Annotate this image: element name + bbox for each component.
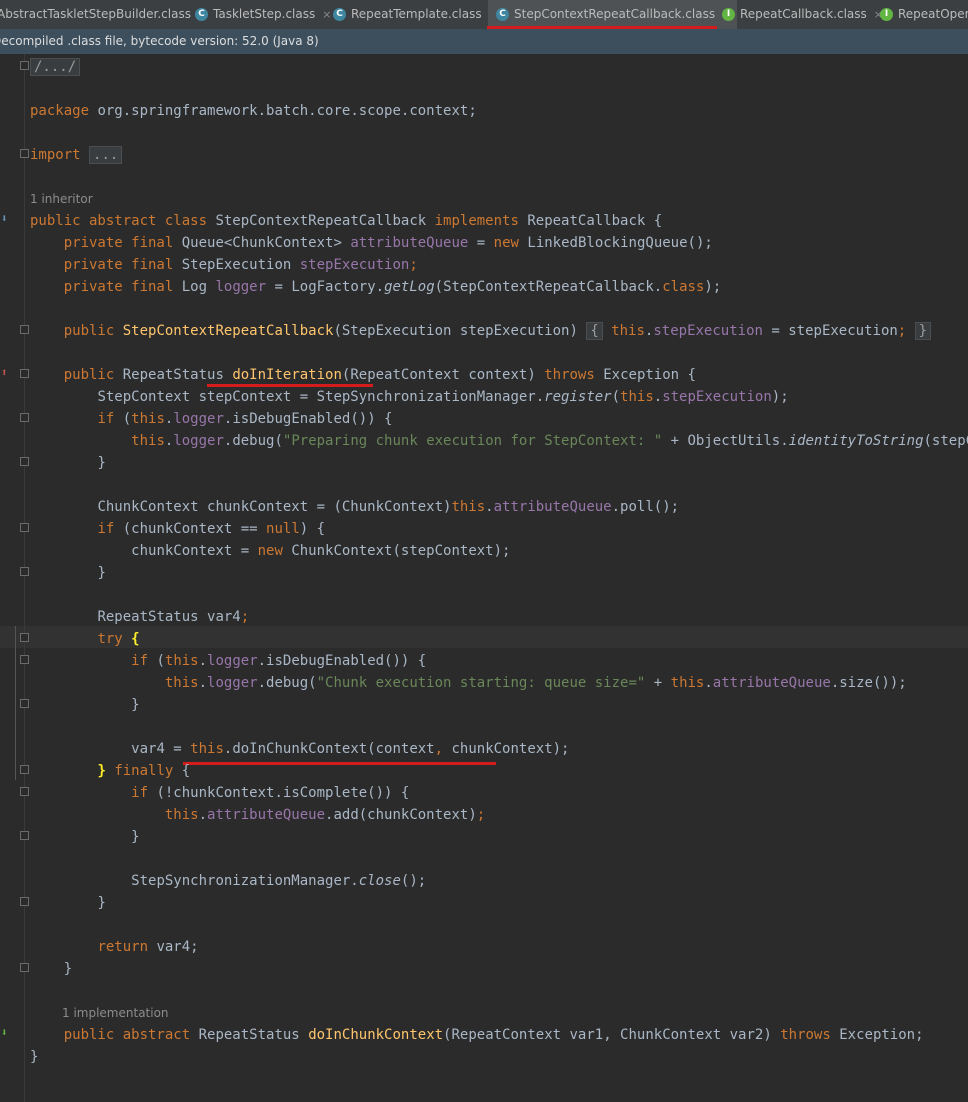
- fold-toggle-icon[interactable]: [20, 457, 29, 466]
- implements-up-arrow-icon[interactable]: ⬆: [1, 366, 8, 379]
- editor-tab-bar: AbstractTaskletStepBuilder.class× CTaskl…: [0, 0, 968, 30]
- code-line: this.logger.debug("Preparing chunk execu…: [131, 433, 968, 449]
- fold-toggle-icon[interactable]: [20, 369, 29, 378]
- fold-toggle-icon[interactable]: [20, 699, 29, 708]
- code-editor[interactable]: ⬇ ⬆ ⬇ /.../ package org.springframework.…: [0, 54, 968, 1102]
- code-line: if (!chunkContext.isComplete()) {: [131, 785, 410, 801]
- code-line: this.attributeQueue.add(chunkContext);: [164, 807, 486, 823]
- code-line: private final StepExecution stepExecutio…: [63, 257, 418, 273]
- decompiled-info-banner: Decompiled .class file, bytecode version…: [0, 29, 968, 54]
- tab-label: AbstractTaskletStepBuilder.class: [0, 7, 191, 21]
- code-line: this.logger.debug("Chunk execution start…: [164, 675, 907, 691]
- code-line: public abstract RepeatStatus doInChunkCo…: [63, 1027, 924, 1043]
- close-icon[interactable]: ×: [322, 8, 331, 21]
- class-icon: C: [496, 8, 509, 21]
- implemented-down-arrow-icon[interactable]: ⬇: [1, 212, 8, 225]
- code-line: try {: [97, 631, 140, 647]
- code-line: public StepContextRepeatCallback(StepExe…: [30, 320, 932, 342]
- code-line: if (chunkContext == null) {: [97, 521, 326, 537]
- implemented-down-arrow-icon[interactable]: ⬇: [1, 1026, 8, 1039]
- fold-toggle-icon[interactable]: [20, 61, 29, 70]
- code-line: StepSynchronizationManager.close();: [131, 873, 427, 889]
- code-line: private final Queue<ChunkContext> attrib…: [63, 235, 713, 251]
- fold-toggle-icon[interactable]: [20, 787, 29, 796]
- fold-toggle-icon[interactable]: [20, 655, 29, 664]
- tab-label: RepeatCallback.class: [740, 7, 867, 21]
- code-line: public RepeatStatus doInIteration(Repeat…: [63, 367, 696, 383]
- code-line: if (this.logger.isDebugEnabled()) {: [131, 653, 427, 669]
- tab-label: StepContextRepeatCallback.class: [514, 7, 716, 21]
- fold-toggle-icon[interactable]: [20, 633, 29, 642]
- caret-line-highlight: [0, 626, 968, 648]
- tab-step-context-repeat-callback[interactable]: CStepContextRepeatCallback.class×: [488, 0, 738, 29]
- implementation-hint[interactable]: 1 implementation: [62, 1002, 169, 1024]
- code-line: }: [97, 895, 106, 911]
- tab-abstract-tasklet-step-builder[interactable]: AbstractTaskletStepBuilder.class×: [0, 0, 207, 29]
- inheritor-hint[interactable]: 1 inheritor: [30, 188, 93, 210]
- red-annotation-underline: [183, 762, 496, 765]
- code-line: ChunkContext chunkContext = (ChunkContex…: [97, 499, 680, 515]
- code-line: }: [97, 455, 106, 471]
- tab-tasklet-step[interactable]: C TaskletStep.class ×: [195, 0, 331, 29]
- fold-toggle-icon[interactable]: [20, 413, 29, 422]
- code-line: }: [97, 565, 106, 581]
- fold-toggle-icon[interactable]: [20, 149, 29, 158]
- code-line: RepeatStatus var4;: [97, 609, 250, 625]
- fold-toggle-icon[interactable]: [20, 325, 29, 334]
- tab-label: TaskletStep.class: [213, 7, 316, 21]
- code-line: StepContext stepContext = StepSynchroniz…: [97, 389, 789, 405]
- interface-icon: I: [722, 8, 735, 21]
- fold-toggle-icon[interactable]: [20, 831, 29, 840]
- code-line: }: [131, 829, 140, 845]
- fold-toggle-icon[interactable]: [20, 897, 29, 906]
- code-line: public abstract class StepContextRepeatC…: [30, 213, 663, 229]
- code-line: }: [131, 697, 140, 713]
- tab-label: RepeatOperat: [898, 7, 968, 21]
- code-line: import ...: [30, 144, 123, 166]
- fold-toggle-icon[interactable]: [20, 765, 29, 774]
- code-line: return var4;: [97, 939, 199, 955]
- code-line: var4 = this.doInChunkContext(context, ch…: [131, 741, 570, 757]
- fold-toggle-icon[interactable]: [20, 567, 29, 576]
- class-icon: C: [195, 8, 208, 21]
- brace-match-guide: [15, 626, 16, 780]
- interface-icon: I: [880, 8, 893, 21]
- code-line: private final Log logger = LogFactory.ge…: [63, 279, 722, 295]
- tab-label: RepeatTemplate.class: [351, 7, 482, 21]
- class-icon: C: [333, 8, 346, 21]
- code-line: /.../: [30, 56, 81, 78]
- code-line: } finally {: [97, 763, 191, 779]
- code-line: chunkContext = new ChunkContext(stepCont…: [131, 543, 511, 559]
- code-line: package org.springframework.batch.core.s…: [30, 103, 477, 119]
- tab-repeat-template[interactable]: CRepeatTemplate.class×: [333, 0, 498, 29]
- code-line: if (this.logger.isDebugEnabled()) {: [97, 411, 393, 427]
- fold-toggle-icon[interactable]: [20, 963, 29, 972]
- code-line: }: [63, 961, 73, 977]
- code-line: }: [30, 1049, 39, 1065]
- gutter-separator: [24, 54, 25, 1102]
- tab-repeat-callback[interactable]: I RepeatCallback.class ×: [722, 0, 883, 29]
- tab-repeat-operations[interactable]: I RepeatOperat: [880, 0, 968, 29]
- fold-toggle-icon[interactable]: [20, 523, 29, 532]
